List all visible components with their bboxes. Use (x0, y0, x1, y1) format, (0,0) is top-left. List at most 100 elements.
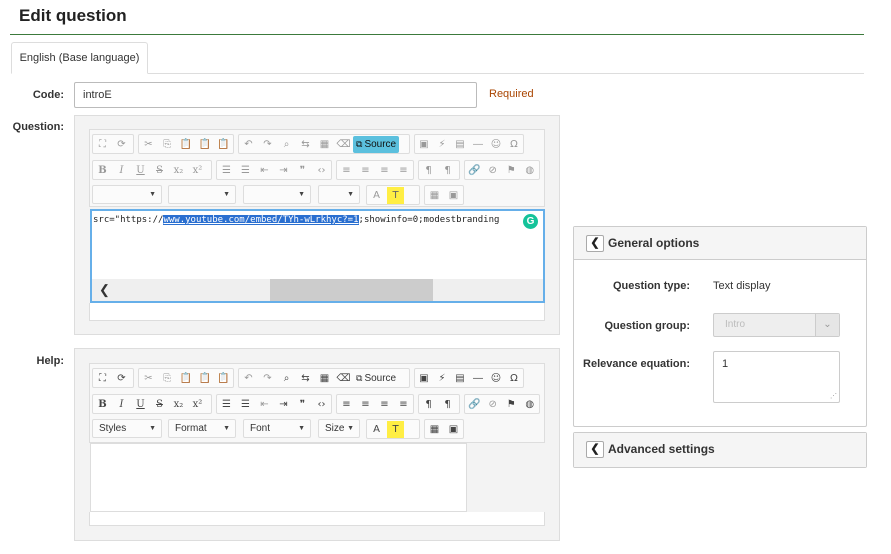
expression-icon[interactable]: ▣ (445, 421, 462, 438)
paste-icon[interactable]: 📋 (178, 136, 195, 153)
align-justify-icon[interactable]: ≡ (395, 162, 412, 179)
italic-icon[interactable]: I (113, 162, 130, 179)
align-left-icon[interactable]: ≡ (338, 396, 355, 413)
underline-icon[interactable]: U (132, 162, 149, 179)
superscript-icon[interactable]: x² (189, 162, 206, 179)
cut-icon[interactable]: ✂ (140, 370, 157, 387)
subscript-icon[interactable]: x₂ (170, 162, 187, 179)
expression-icon[interactable]: ▣ (445, 187, 462, 204)
bold-icon[interactable]: B (94, 396, 111, 413)
source-button[interactable]: ⧉ Source (353, 370, 399, 387)
undo-icon[interactable]: ↶ (240, 370, 257, 387)
show-blocks-icon[interactable]: ⟳ (113, 136, 130, 153)
question-size-combo[interactable]: ▼ (318, 185, 360, 204)
italic-icon[interactable]: I (113, 396, 130, 413)
bold-icon[interactable]: B (94, 162, 111, 179)
help-text-editor[interactable] (90, 443, 467, 512)
maximize-icon[interactable]: ⛶ (94, 136, 111, 153)
bidi-ltr-icon[interactable]: ¶ (420, 396, 437, 413)
relevance-equation-input[interactable]: 1 ⋰ (713, 351, 840, 403)
chevron-left-icon[interactable]: ❮ (586, 441, 604, 458)
horizontal-scrollbar[interactable]: ❮ (92, 279, 543, 301)
underline-icon[interactable]: U (132, 396, 149, 413)
special-char-icon[interactable]: Ω (506, 370, 522, 387)
select-all-icon[interactable]: ▦ (316, 136, 333, 153)
replace-icon[interactable]: ⇆ (297, 370, 314, 387)
outdent-icon[interactable]: ⇤ (256, 396, 273, 413)
paste-text-icon[interactable]: 📋 (196, 136, 213, 153)
flash-icon[interactable]: ⚡ (434, 370, 450, 387)
template-icon[interactable]: ▦ (426, 421, 443, 438)
text-color-icon[interactable]: A (368, 421, 385, 438)
numbered-list-icon[interactable]: ☰ (218, 162, 235, 179)
table-icon[interactable]: ▤ (452, 136, 468, 153)
flash-icon[interactable]: ⚡ (434, 136, 450, 153)
question-font-combo[interactable]: ▼ (243, 185, 311, 204)
show-blocks-icon[interactable]: ⟳ (113, 370, 130, 387)
paste-word-icon[interactable]: 📋 (215, 370, 232, 387)
blockquote-icon[interactable]: ❞ (294, 396, 311, 413)
advanced-settings-header[interactable]: ❮ Advanced settings (574, 433, 866, 467)
question-format-combo[interactable]: ▼ (168, 185, 236, 204)
bg-color-icon[interactable]: T (387, 186, 404, 204)
code-input[interactable] (74, 82, 477, 108)
find-icon[interactable]: ⌕ (278, 136, 295, 153)
scroll-left-icon[interactable]: ❮ (99, 282, 110, 298)
blockquote-icon[interactable]: ❞ (294, 162, 311, 179)
indent-icon[interactable]: ⇥ (275, 162, 292, 179)
strike-icon[interactable]: S (151, 396, 168, 413)
anchor-icon[interactable]: ⚑ (503, 162, 520, 179)
align-right-icon[interactable]: ≡ (376, 396, 393, 413)
div-icon[interactable]: ‹› (313, 396, 330, 413)
image-icon[interactable]: ▣ (416, 136, 432, 153)
question-styles-combo[interactable]: ▼ (92, 185, 162, 204)
horizontal-line-icon[interactable]: ― (470, 370, 486, 387)
help-format-combo[interactable]: Format ▼ (168, 419, 236, 438)
link-icon[interactable]: 🔗 (466, 162, 483, 179)
globe-icon[interactable]: ◍ (522, 162, 539, 179)
help-styles-combo[interactable]: Styles ▼ (92, 419, 162, 438)
select-all-icon[interactable]: ▦ (316, 370, 333, 387)
bulleted-list-icon[interactable]: ☰ (237, 396, 254, 413)
bg-color-icon[interactable]: T (387, 420, 404, 438)
bidi-rtl-icon[interactable]: ¶ (439, 396, 456, 413)
globe-icon[interactable]: ◍ (522, 396, 539, 413)
copy-icon[interactable]: ⎘ (159, 136, 176, 153)
table-icon[interactable]: ▤ (452, 370, 468, 387)
undo-icon[interactable]: ↶ (240, 136, 257, 153)
resize-grip-icon[interactable]: ⋰ (830, 392, 837, 400)
general-options-header[interactable]: ❮ General options (574, 227, 866, 260)
align-left-icon[interactable]: ≡ (338, 162, 355, 179)
align-center-icon[interactable]: ≡ (357, 396, 374, 413)
smiley-icon[interactable]: ☺ (488, 370, 504, 387)
question-group-select[interactable]: Intro ⌄ (713, 313, 840, 337)
numbered-list-icon[interactable]: ☰ (218, 396, 235, 413)
template-icon[interactable]: ▦ (426, 187, 443, 204)
horizontal-line-icon[interactable]: ― (470, 136, 486, 153)
smiley-icon[interactable]: ☺ (488, 136, 504, 153)
grammarly-icon[interactable]: G (523, 214, 538, 229)
replace-icon[interactable]: ⇆ (297, 136, 314, 153)
link-icon[interactable]: 🔗 (466, 396, 483, 413)
superscript-icon[interactable]: x² (189, 396, 206, 413)
anchor-icon[interactable]: ⚑ (503, 396, 520, 413)
special-char-icon[interactable]: Ω (506, 136, 522, 153)
align-center-icon[interactable]: ≡ (357, 162, 374, 179)
outdent-icon[interactable]: ⇤ (256, 162, 273, 179)
maximize-icon[interactable]: ⛶ (94, 370, 111, 387)
remove-format-icon[interactable]: ⌫ (335, 370, 352, 387)
remove-format-icon[interactable]: ⌫ (335, 136, 352, 153)
cut-icon[interactable]: ✂ (140, 136, 157, 153)
paste-text-icon[interactable]: 📋 (196, 370, 213, 387)
indent-icon[interactable]: ⇥ (275, 396, 292, 413)
bidi-ltr-icon[interactable]: ¶ (420, 162, 437, 179)
paste-word-icon[interactable]: 📋 (215, 136, 232, 153)
paste-icon[interactable]: 📋 (178, 370, 195, 387)
question-source-editor[interactable]: src="https://www.youtube.com/embed/TYh-w… (90, 209, 545, 303)
redo-icon[interactable]: ↷ (259, 136, 276, 153)
scrollbar-thumb[interactable] (270, 279, 433, 301)
align-justify-icon[interactable]: ≡ (395, 396, 412, 413)
tab-english-base-language[interactable]: English (Base language) (11, 42, 148, 74)
text-color-icon[interactable]: A (368, 187, 385, 204)
source-button[interactable]: ⧉ Source (353, 135, 400, 153)
